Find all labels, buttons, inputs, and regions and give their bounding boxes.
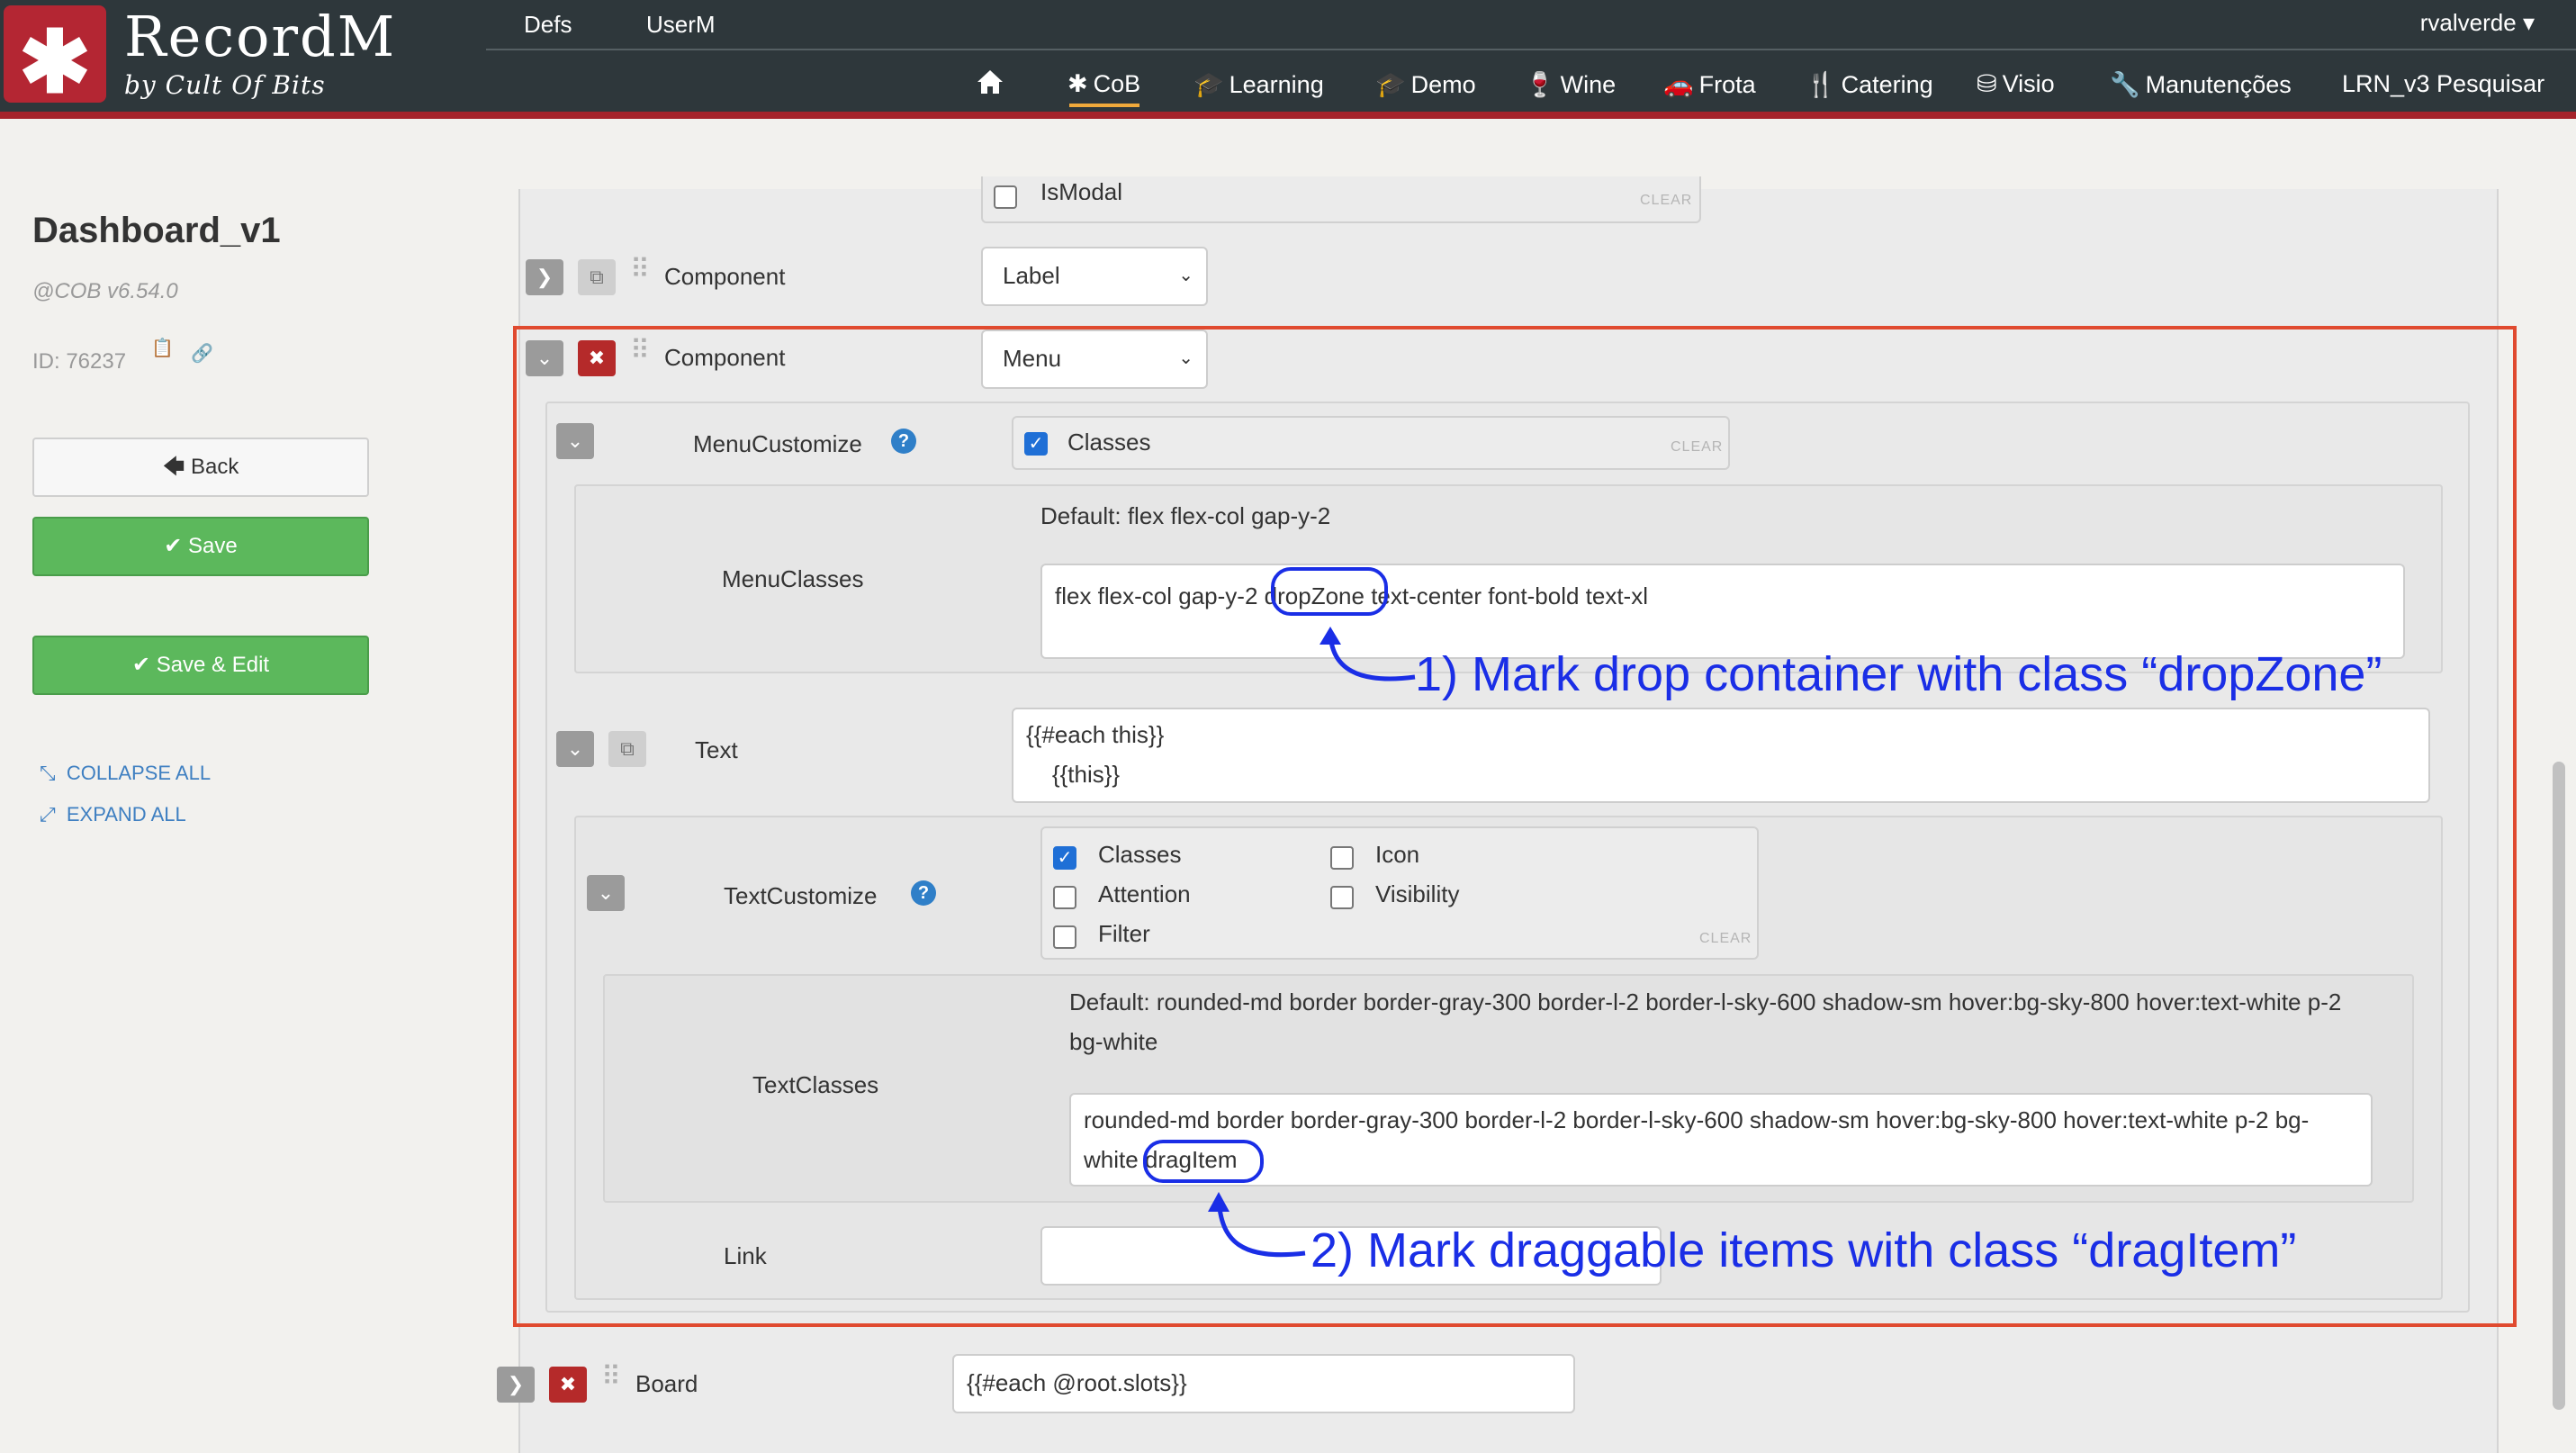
annotation-note-2: 2) Mark draggable items with class “drag… [1311, 1223, 2297, 1277]
annotation-note-1: 1) Mark drop container with class “dropZ… [1415, 647, 2382, 701]
